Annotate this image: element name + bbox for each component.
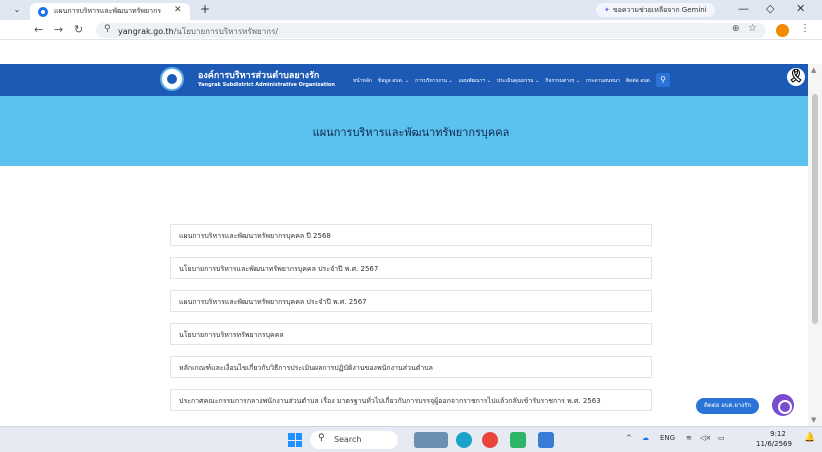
onedrive-icon[interactable]: ☁ <box>642 434 649 442</box>
document-link[interactable]: นโยบายการบริหารและพัฒนาทรัพยากรบุคคล ประ… <box>179 264 378 275</box>
gemini-icon: ✦ <box>604 6 610 14</box>
site-info-icon[interactable]: ⚲ <box>104 24 111 34</box>
tab-close-icon[interactable]: ✕ <box>174 5 182 15</box>
main-navigation: หน้าหลัก ข้อมูล อบต. ⌄ การบริหารงาน ⌄ แผ… <box>353 77 651 85</box>
gemini-label: ขอความช่วยเหลือจาก Gemini <box>612 6 707 14</box>
url-text: yangrak.go.th/นโยบายการบริหารทรัพยากร/ <box>118 25 278 38</box>
os-taskbar: ⚲ Search ^ ☁ ENG ≋ ◁× ▭ 9:12 11/6/2569 🔔 <box>0 426 822 452</box>
document-link[interactable]: แผนการบริหารและพัฒนาทรัพยากรบุคคล ปี 256… <box>179 231 331 242</box>
widgets-app-icon[interactable] <box>414 432 448 448</box>
list-item[interactable]: หลักเกณฑ์และเงื่อนไขเกี่ยวกับวิธีการประเ… <box>170 356 652 378</box>
search-icon[interactable]: ⚲ <box>656 73 670 87</box>
nav-item-info[interactable]: ข้อมูล อบต. ⌄ <box>378 77 409 85</box>
page-title: แผนการบริหารและพัฒนาทรัพยากรบุคคล <box>312 126 510 139</box>
org-logo[interactable] <box>160 67 184 91</box>
document-link[interactable]: ประกาศคณะกรรมการกลางพนักงานส่วนตำบล เรื่… <box>179 396 601 407</box>
document-link[interactable]: หลักเกณฑ์และเงื่อนไขเกี่ยวกับวิธีการประเ… <box>179 363 433 374</box>
bookmark-star-icon[interactable]: ☆ <box>748 23 757 34</box>
gemini-button[interactable]: ✦ ขอความช่วยเหลือจาก Gemini <box>596 3 715 17</box>
zoom-icon[interactable]: ⊕ <box>732 24 740 34</box>
back-arrow-icon[interactable]: ← <box>34 23 43 36</box>
nav-item-home[interactable]: หน้าหลัก <box>353 77 372 85</box>
tab-favicon-icon <box>38 7 48 17</box>
list-item[interactable]: แผนการบริหารและพัฒนาทรัพยากรบุคคล ประจำป… <box>170 290 652 312</box>
new-tab-button[interactable]: + <box>200 2 210 16</box>
minimize-button[interactable]: — <box>738 2 749 15</box>
document-link[interactable]: นโยบายการบริหารทรัพยากรบุคคล <box>179 330 284 341</box>
site-header: องค์การบริหารส่วนตำบลยางรัก Yangrak Subd… <box>0 64 822 96</box>
nav-item-administration[interactable]: การบริหารงาน ⌄ <box>415 77 453 85</box>
maximize-button[interactable]: ◇ <box>766 2 774 15</box>
nav-item-webboard[interactable]: กระดานสนทนา <box>586 77 620 85</box>
list-item[interactable]: แผนการบริหารและพัฒนาทรัพยากรบุคคล ปี 256… <box>170 224 652 246</box>
scroll-down-icon[interactable]: ▼ <box>811 416 816 424</box>
taskbar-search-placeholder: Search <box>334 435 362 444</box>
tab-search-icon[interactable]: ⌄ <box>10 4 24 16</box>
list-item[interactable]: นโยบายการบริหารและพัฒนาทรัพยากรบุคคล ประ… <box>170 257 652 279</box>
edge-browser-icon[interactable] <box>456 432 472 448</box>
browser-tab-strip: ⌄ แผนการบริหารและพัฒนาทรัพยากร ✕ + ✦ ขอคว… <box>0 0 822 20</box>
windows-start-icon[interactable] <box>288 433 302 447</box>
page-scrollbar[interactable]: ▲ ▼ <box>808 64 822 426</box>
nav-item-contact[interactable]: ติดต่อ อบต. <box>626 77 651 85</box>
forward-arrow-icon[interactable]: → <box>54 23 63 36</box>
search-icon: ⚲ <box>318 433 325 443</box>
page-hero: แผนการบริหารและพัฒนาทรัพยากรบุคคล <box>0 96 822 166</box>
battery-icon[interactable]: ▭ <box>718 434 725 442</box>
reload-icon[interactable]: ↻ <box>74 23 83 36</box>
url-input[interactable]: ⚲ yangrak.go.th/นโยบายการบริหารทรัพยากร/… <box>96 23 766 38</box>
profile-avatar[interactable] <box>776 24 789 37</box>
browser-tab[interactable]: แผนการบริหารและพัฒนาทรัพยากร ✕ <box>30 3 190 20</box>
nav-item-ethics-assessment[interactable]: ประเมินคุณธรรม ⌄ <box>497 77 539 85</box>
scrollbar-thumb[interactable] <box>812 94 818 324</box>
black-ribbon-icon: 🎗 <box>787 68 805 86</box>
url-host: yangrak.go.th <box>118 27 174 36</box>
document-link[interactable]: แผนการบริหารและพัฒนาทรัพยากรบุคคล ประจำป… <box>179 297 367 308</box>
org-subtitle: Yangrak Subdistrict Administrative Organ… <box>198 82 335 88</box>
clock-time[interactable]: 9:12 <box>758 430 798 438</box>
language-indicator[interactable]: ENG <box>660 434 675 442</box>
address-bar-row: ← → ↻ ⚲ yangrak.go.th/นโยบายการบริหารทรั… <box>0 20 822 40</box>
tray-overflow-icon[interactable]: ^ <box>626 434 632 442</box>
scroll-up-icon[interactable]: ▲ <box>811 66 816 74</box>
list-item[interactable]: ประกาศคณะกรรมการกลางพนักงานส่วนตำบล เรื่… <box>170 389 652 411</box>
store-app-icon[interactable] <box>538 432 554 448</box>
url-path: /นโยบายการบริหารทรัพยากร/ <box>173 27 279 36</box>
org-name: องค์การบริหารส่วนตำบลยางรัก <box>198 71 320 81</box>
nav-item-development-plan[interactable]: แผนพัฒนาฯ ⌄ <box>459 77 491 85</box>
browser-menu-icon[interactable]: ⋮ <box>800 23 810 34</box>
nav-item-activities[interactable]: กิจกรรมต่างๆ ⌄ <box>545 77 580 85</box>
chat-bubble-icon[interactable] <box>772 394 794 416</box>
chrome-browser-icon[interactable] <box>482 432 498 448</box>
taskbar-search-input[interactable]: ⚲ Search <box>310 431 398 449</box>
chat-contact-label[interactable]: ติดต่อ อบต.ยางรัก <box>696 398 760 414</box>
wifi-icon[interactable]: ≋ <box>686 434 692 442</box>
notification-bell-icon[interactable]: 🔔 <box>804 433 815 443</box>
volume-icon[interactable]: ◁× <box>700 434 711 442</box>
line-app-icon[interactable] <box>510 432 526 448</box>
clock-date[interactable]: 11/6/2569 <box>750 440 798 448</box>
close-window-button[interactable]: ✕ <box>796 2 805 15</box>
list-item[interactable]: นโยบายการบริหารทรัพยากรบุคคล <box>170 323 652 345</box>
tab-title: แผนการบริหารและพัฒนาทรัพยากร <box>54 7 162 15</box>
